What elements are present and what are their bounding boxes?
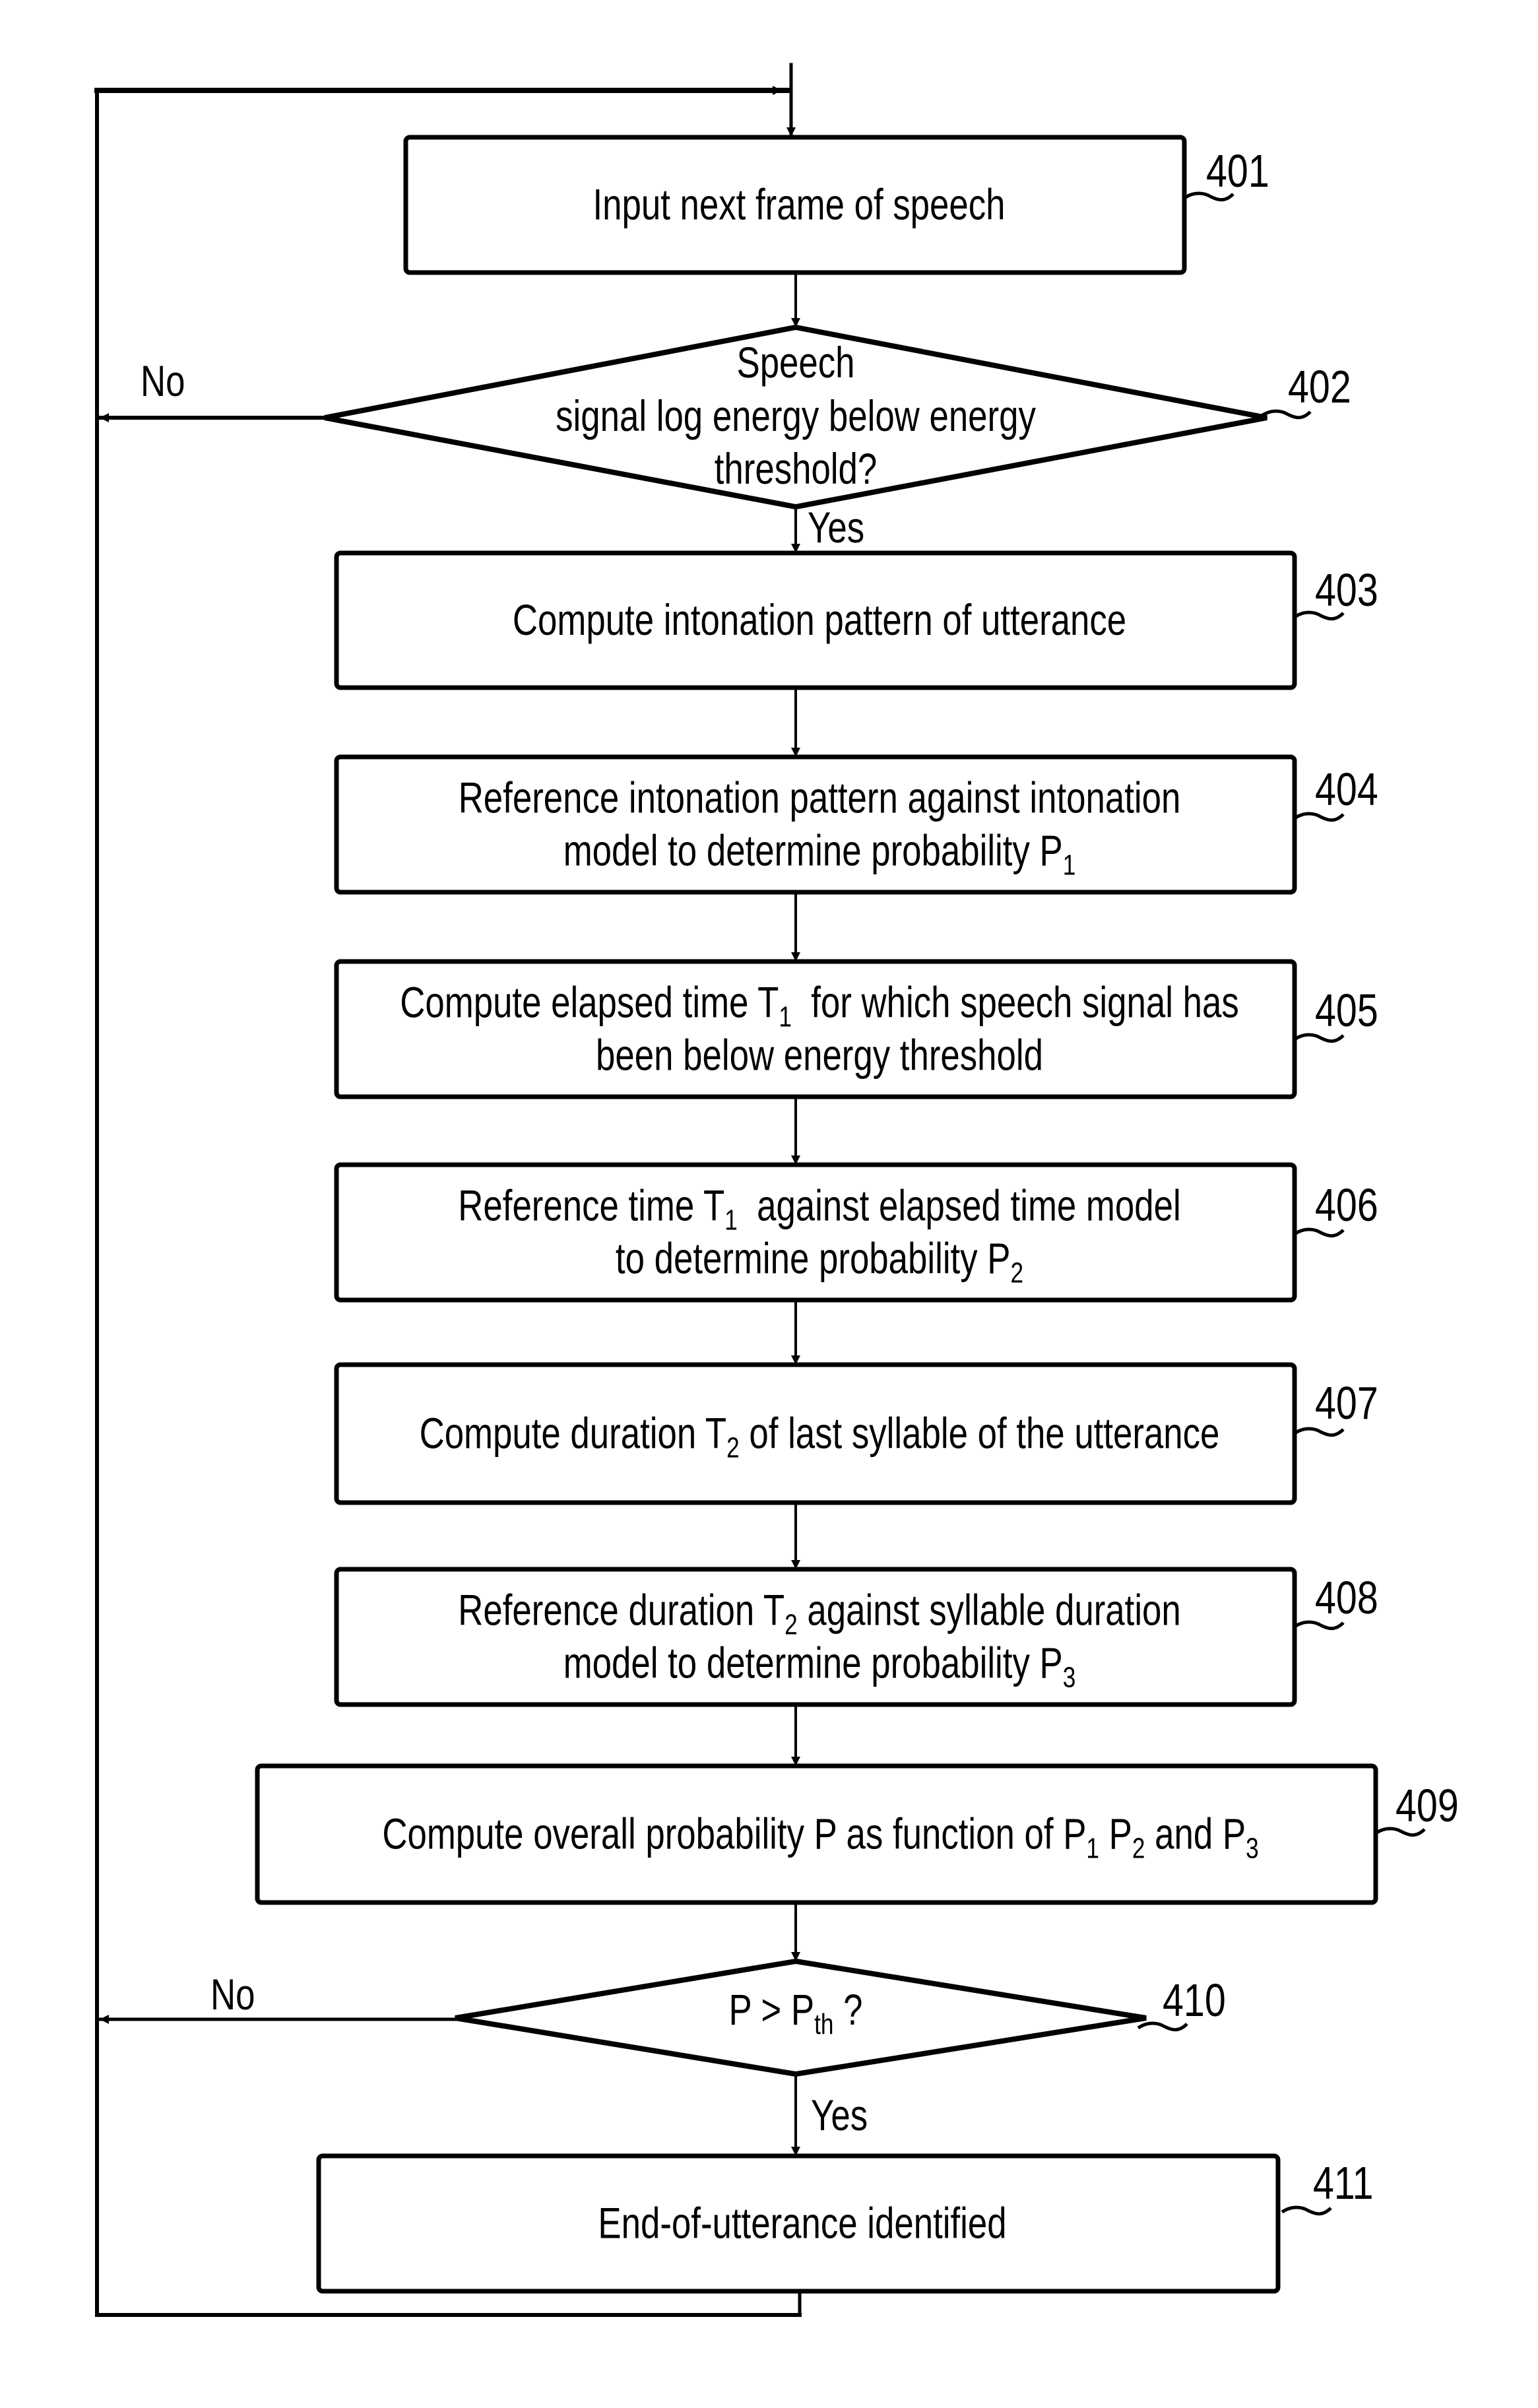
- node-405: Compute elapsed time T1 for which speech…: [334, 959, 1378, 1099]
- reference-numeral: 408: [1315, 1572, 1378, 1624]
- node-label-line: Compute elapsed time T1 for which speech…: [400, 978, 1238, 1033]
- subscript: 1: [1086, 1833, 1099, 1865]
- reference-numeral: 401: [1206, 145, 1269, 197]
- flowchart: Input next frame of speech 401 Speechsigna…: [94, 63, 1459, 2317]
- text-run: Compute overall probability P as functio…: [382, 1809, 1086, 1858]
- arrowhead-icon: [773, 86, 782, 95]
- node-label-line: to determine probability P2: [616, 1234, 1023, 1289]
- text-run: model to determine probability P: [563, 1639, 1063, 1687]
- branch-label-410-no: No: [210, 1970, 255, 2019]
- node-label-line: Speech: [736, 338, 854, 387]
- subscript: 2: [1132, 1833, 1145, 1865]
- reference-numeral: 402: [1288, 361, 1351, 413]
- text-run: threshold?: [715, 444, 878, 493]
- reference-numeral: 406: [1315, 1179, 1378, 1231]
- text-run: model to determine probability P: [563, 826, 1063, 875]
- subscript: 1: [1063, 849, 1076, 882]
- text-run: against syllable duration: [798, 1586, 1181, 1635]
- node-406: Reference time T1 against elapsed time m…: [334, 1162, 1378, 1303]
- subscript: 2: [1010, 1257, 1023, 1289]
- subscript: 3: [1063, 1662, 1076, 1694]
- text-run: Input next frame of speech: [593, 180, 1005, 229]
- text-run: for which speech signal has: [792, 978, 1239, 1027]
- reference-numeral: 404: [1315, 764, 1378, 816]
- text-run: of last syllable of the utterance: [740, 1409, 1220, 1458]
- text-run: Compute duration T: [420, 1409, 727, 1458]
- node-408: Reference duration T2 against syllable d…: [334, 1567, 1378, 1707]
- node-label-line: Reference intonation pattern against int…: [459, 773, 1181, 822]
- subscript: 1: [724, 1204, 738, 1237]
- arrowhead-icon: [100, 413, 109, 422]
- reference-numeral: 410: [1163, 1974, 1226, 2027]
- node-label-line: been below energy threshold: [596, 1031, 1043, 1080]
- text-run: End-of-utterance identified: [598, 2199, 1006, 2248]
- text-run: been below energy threshold: [596, 1031, 1043, 1080]
- text-run: to determine probability P: [616, 1234, 1011, 1283]
- text-run: and P: [1145, 1809, 1246, 1858]
- text-run: Compute intonation pattern of utterance: [513, 595, 1126, 644]
- arrowhead-icon: [100, 2015, 109, 2024]
- node-label-line: model to determine probability P3: [563, 1639, 1076, 1694]
- node-409: Compute overall probability P as functio…: [255, 1763, 1459, 1905]
- node-label-line: End-of-utterance identified: [598, 2199, 1006, 2248]
- node-404: Reference intonation pattern against int…: [334, 754, 1378, 895]
- node-label-line: Compute overall probability P as functio…: [382, 1809, 1258, 1865]
- text-run: Reference time T: [458, 1181, 724, 1230]
- text-run: P > P: [728, 1985, 814, 2034]
- text-run: Reference duration T: [458, 1586, 785, 1635]
- subscript: 1: [779, 1001, 792, 1033]
- reference-numeral: 407: [1315, 1377, 1378, 1429]
- text-run: ?: [833, 1985, 862, 2034]
- branch-label-402-no: No: [141, 356, 185, 405]
- reference-numeral: 411: [1313, 2157, 1373, 2209]
- subscript: th: [814, 2008, 833, 2040]
- node-label-line: Compute duration T2 of last syllable of …: [420, 1409, 1220, 1464]
- text-run: Compute elapsed time T: [400, 978, 779, 1027]
- reference-numeral: 405: [1315, 985, 1378, 1037]
- node-411: End-of-utterance identified 411: [316, 2153, 1373, 2294]
- node-label-line: Reference time T1 against elapsed time m…: [458, 1181, 1180, 1237]
- leader-tilde: [1293, 1427, 1345, 1437]
- text-run: against elapsed time model: [738, 1181, 1181, 1230]
- node-label-line: model to determine probability P1: [563, 826, 1076, 882]
- text-run: Speech: [736, 338, 854, 387]
- flowchart-nodes: Input next frame of speech 401 Speechsigna…: [255, 135, 1459, 2294]
- node-label-line: threshold?: [715, 444, 878, 493]
- subscript: 3: [1246, 1833, 1259, 1865]
- node-410: P > Pth ? 410: [455, 1958, 1226, 2077]
- subscript: 2: [785, 1609, 798, 1641]
- node-label-line: Input next frame of speech: [593, 180, 1005, 229]
- node-401: Input next frame of speech 401: [403, 135, 1269, 275]
- node-label-line: P > Pth ?: [728, 1985, 862, 2040]
- branch-label-410-yes: Yes: [811, 2091, 868, 2139]
- reference-numeral: 403: [1315, 564, 1378, 616]
- node-407: Compute duration T2 of last syllable of …: [334, 1362, 1378, 1505]
- node-402: Speechsignal log energy below energythre…: [324, 324, 1351, 510]
- text-run: signal log energy below energy: [556, 391, 1036, 440]
- text-run: Reference intonation pattern against int…: [459, 773, 1181, 822]
- node-label-line: Reference duration T2 against syllable d…: [458, 1586, 1181, 1641]
- node-label-line: signal log energy below energy: [556, 391, 1036, 440]
- text-run: P: [1099, 1809, 1132, 1858]
- node-label-line: Compute intonation pattern of utterance: [513, 595, 1126, 644]
- node-403: Compute intonation pattern of utterance 4…: [334, 550, 1378, 690]
- subscript: 2: [726, 1432, 740, 1464]
- branch-label-402-yes: Yes: [808, 503, 864, 552]
- reference-numeral: 409: [1395, 1780, 1459, 1832]
